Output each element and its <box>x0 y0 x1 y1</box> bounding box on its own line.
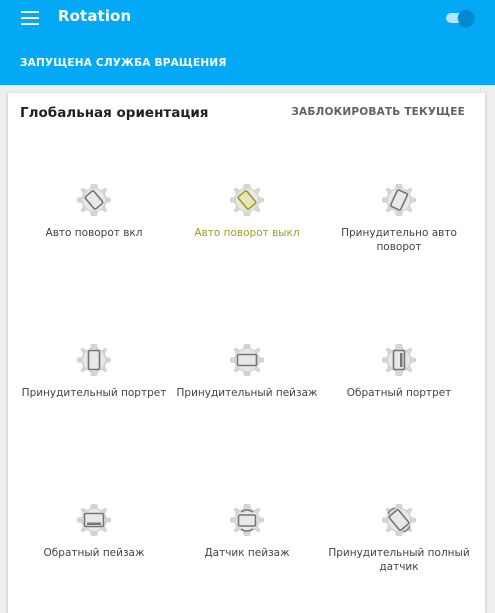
mode-force-full-sensor[interactable]: Принудительный полный датчик <box>320 500 478 574</box>
mode-reverse-portrait[interactable]: Обратный портрет <box>320 340 478 400</box>
sensor-landscape-icon <box>230 504 264 536</box>
card-title: Глобальная ориентация <box>20 105 209 121</box>
toggle-thumb <box>458 10 474 26</box>
service-status-text: ЗАПУЩЕНА СЛУЖБА ВРАЩЕНИЯ <box>20 57 227 69</box>
mode-label: Датчик пейзаж <box>204 547 290 559</box>
service-toggle[interactable] <box>444 10 474 26</box>
mode-label: Обратный пейзаж <box>43 547 145 559</box>
app-bar: Rotation ЗАПУЩЕНА СЛУЖБА ВРАЩЕНИЯ <box>0 0 495 85</box>
mode-sensor-landscape[interactable]: Датчик пейзаж <box>168 500 326 560</box>
mode-auto-rotate-off[interactable]: Авто поворот выкл <box>168 180 326 240</box>
mode-force-portrait[interactable]: Принудительный портрет <box>15 340 173 400</box>
app-title: Rotation <box>58 7 132 25</box>
mode-label: Обратный портрет <box>346 387 452 399</box>
global-orientation-card: Глобальная ориентация ЗАБЛОКИРОВАТЬ ТЕКУ… <box>8 93 485 613</box>
lock-current-button[interactable]: ЗАБЛОКИРОВАТЬ ТЕКУЩЕЕ <box>291 106 465 118</box>
mode-label: Принудительный портрет <box>21 387 167 399</box>
mode-force-auto-rotate[interactable]: Принудительно авто поворот <box>320 180 478 254</box>
mode-auto-rotate-on[interactable]: Авто поворот вкл <box>15 180 173 240</box>
mode-label: Принудительный полный датчик <box>328 547 470 573</box>
menu-button[interactable] <box>12 5 48 31</box>
hamburger-menu-icon <box>21 11 39 25</box>
force-full-sensor-icon <box>382 504 416 536</box>
reverse-landscape-icon <box>77 504 111 536</box>
mode-label: Авто поворот вкл <box>45 227 143 239</box>
force-landscape-icon <box>230 344 264 376</box>
auto-rotate-on-icon <box>77 184 111 216</box>
force-portrait-icon <box>77 344 111 376</box>
auto-rotate-off-icon <box>230 184 264 216</box>
reverse-portrait-icon <box>382 344 416 376</box>
mode-label: Авто поворот выкл <box>194 227 300 239</box>
mode-force-landscape[interactable]: Принудительный пейзаж <box>168 340 326 400</box>
force-auto-rotate-icon <box>382 184 416 216</box>
mode-reverse-landscape[interactable]: Обратный пейзаж <box>15 500 173 560</box>
mode-label: Принудительно авто поворот <box>341 227 457 253</box>
mode-label: Принудительный пейзаж <box>176 387 318 399</box>
